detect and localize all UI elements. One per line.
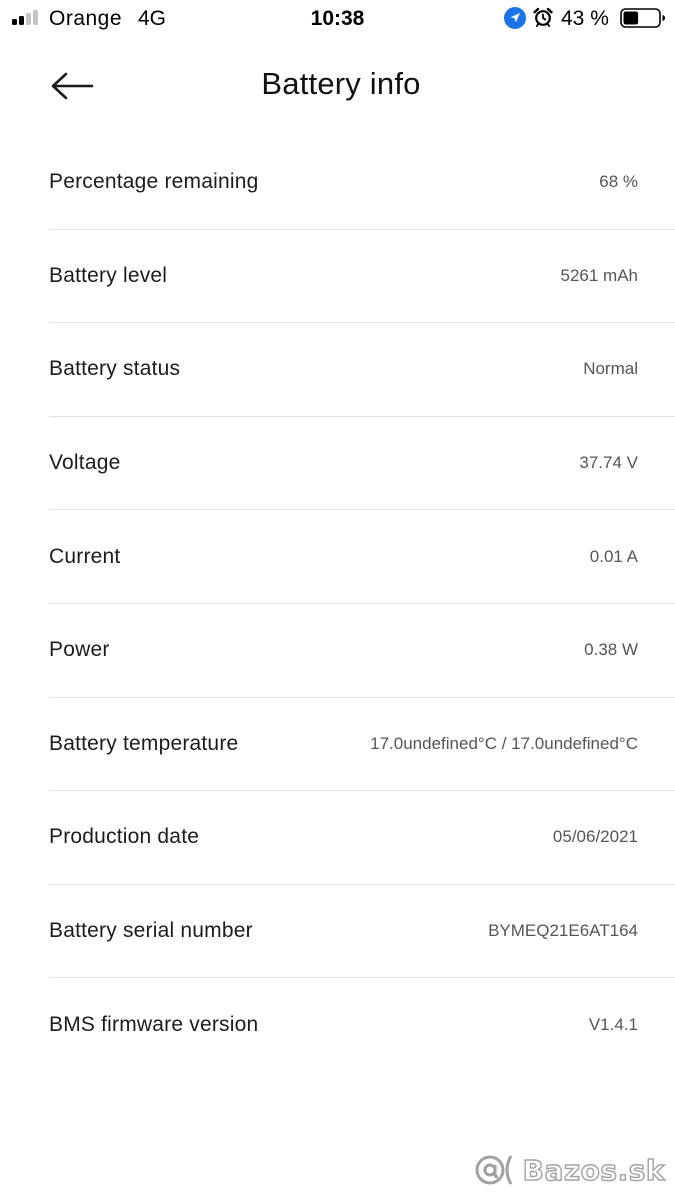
row-value: BYMEQ21E6AT164	[488, 921, 638, 941]
battery-icon	[620, 8, 665, 28]
watermark-logo-icon	[475, 1155, 512, 1185]
page-title: Battery info	[261, 66, 421, 101]
row-production-date: Production date 05/06/2021	[49, 791, 675, 885]
row-label: Voltage	[49, 451, 121, 475]
row-bms-firmware-version: BMS firmware version V1.4.1	[49, 978, 675, 1072]
row-label: BMS firmware version	[49, 1013, 259, 1037]
row-battery-temperature: Battery temperature 17.0undefined°C / 17…	[49, 698, 675, 792]
row-label: Power	[49, 638, 110, 662]
status-bar: Orange 4G 10:38 43 %	[0, 0, 675, 36]
row-value: 05/06/2021	[552, 827, 638, 847]
row-power: Power 0.38 W	[49, 604, 675, 698]
battery-info-list: Percentage remaining 68 % Battery level …	[0, 136, 675, 1072]
row-value: 17.0undefined°C / 17.0undefined°C	[370, 733, 638, 753]
row-current: Current 0.01 A	[49, 510, 675, 604]
row-label: Current	[49, 544, 121, 568]
row-value: 0.38 W	[584, 640, 638, 660]
battery-percent: 43 %	[561, 7, 609, 30]
row-value: 68 %	[599, 172, 638, 192]
row-label: Percentage remaining	[49, 170, 259, 194]
row-percentage-remaining: Percentage remaining 68 %	[49, 136, 675, 230]
row-battery-status: Battery status Normal	[49, 323, 675, 417]
location-icon	[504, 7, 526, 29]
row-battery-serial-number: Battery serial number BYMEQ21E6AT164	[49, 885, 675, 979]
row-value: 0.01 A	[589, 546, 638, 566]
alarm-icon	[533, 7, 553, 27]
row-label: Production date	[49, 825, 200, 849]
row-battery-level: Battery level 5261 mAh	[49, 230, 675, 324]
row-value: 37.74 V	[579, 453, 638, 473]
row-value: 5261 mAh	[560, 265, 639, 285]
row-label: Battery temperature	[49, 731, 239, 755]
row-value: V1.4.1	[588, 1015, 638, 1035]
watermark-text: Bazos.sk	[522, 1153, 665, 1187]
row-label: Battery status	[49, 357, 181, 381]
watermark: Bazos.sk	[473, 1150, 665, 1190]
row-label: Battery level	[49, 263, 168, 287]
row-label: Battery serial number	[49, 919, 253, 943]
row-value: Normal	[583, 359, 638, 379]
row-voltage: Voltage 37.74 V	[49, 417, 675, 511]
